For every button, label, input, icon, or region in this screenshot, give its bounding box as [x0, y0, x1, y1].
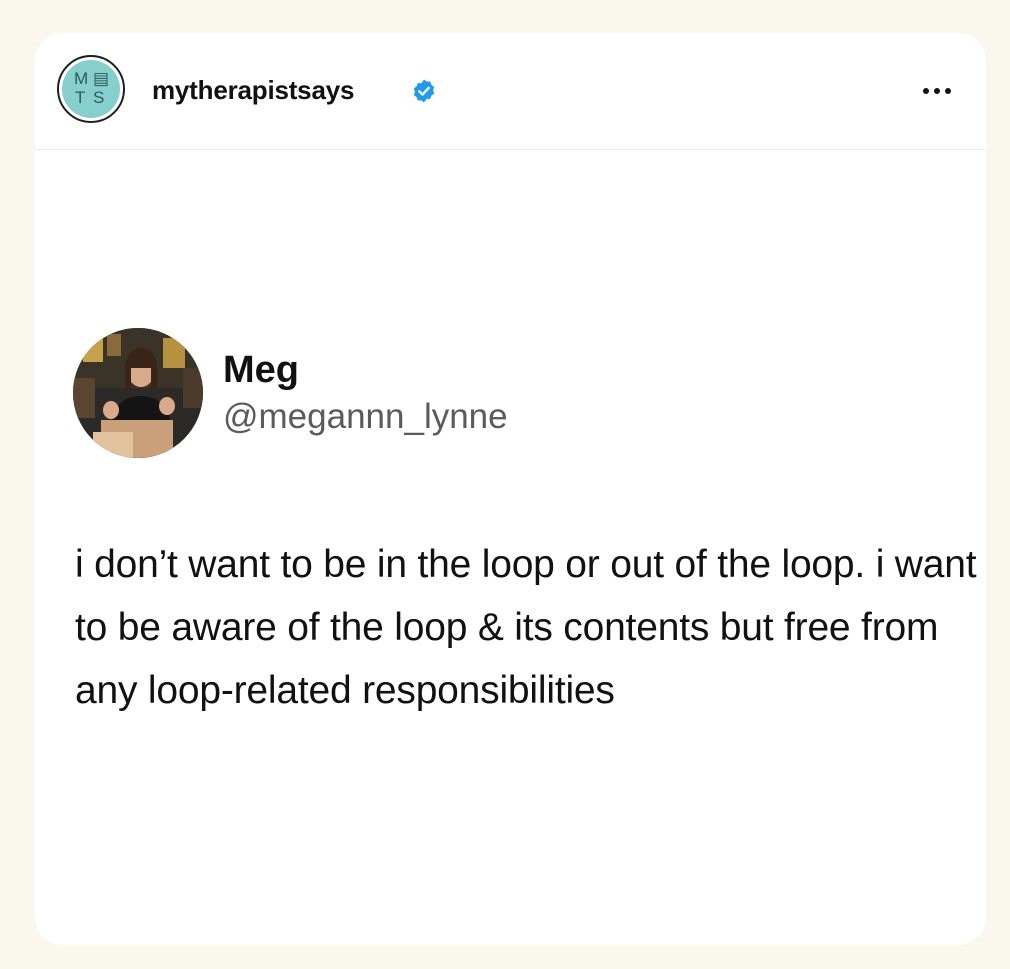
account-name[interactable]: mytherapistsays [152, 75, 354, 106]
author-photo [73, 328, 203, 458]
avatar-letter-m: M [74, 69, 89, 88]
author-avatar[interactable] [73, 328, 203, 458]
more-options-button[interactable] [915, 77, 959, 105]
tweet-text: i don’t want to be in the loop or out of… [75, 543, 977, 712]
avatar-letter-s: S [93, 88, 105, 107]
more-dot-icon [934, 88, 940, 94]
avatar-letter-h: ▤ [93, 69, 110, 88]
post-header: M ▤ T S mytherapistsays [35, 33, 986, 150]
author-handle[interactable]: @megannn_lynne [223, 397, 508, 437]
verified-badge-icon [413, 79, 435, 103]
account-avatar-logo: M ▤ T S [62, 60, 120, 118]
post-card: M ▤ T S mytherapistsays Meg @megannn_lyn… [35, 33, 986, 945]
more-dot-icon [923, 88, 929, 94]
more-dot-icon [945, 88, 951, 94]
avatar-letter-t: T [75, 88, 86, 107]
author-name[interactable]: Meg [223, 349, 299, 392]
account-avatar[interactable]: M ▤ T S [57, 55, 125, 123]
